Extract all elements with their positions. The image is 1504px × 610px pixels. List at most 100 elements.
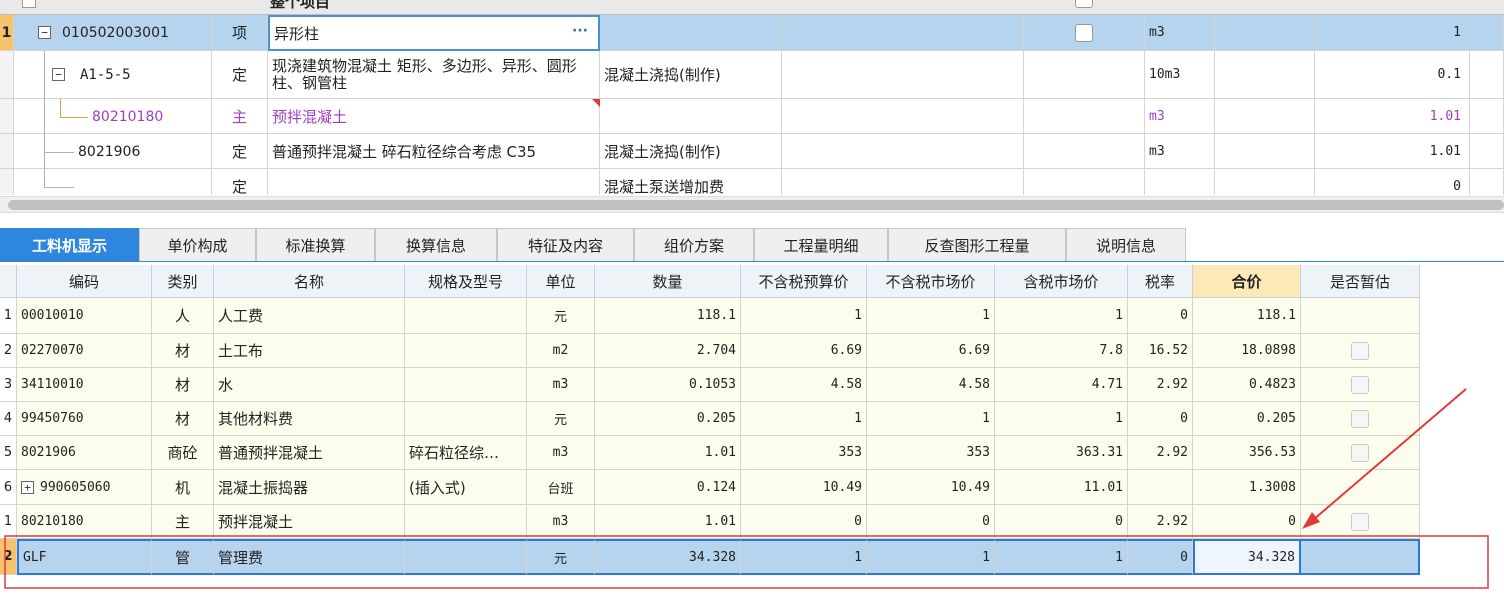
column-header-8[interactable]: 含税市场价 bbox=[995, 265, 1128, 298]
tab-7[interactable]: 反查图形工程量 bbox=[888, 228, 1066, 261]
cell-spec bbox=[405, 505, 527, 539]
cell-unit: 台班 bbox=[527, 470, 595, 505]
top-type-cell: 定 bbox=[212, 169, 268, 195]
top-name-text: 现浇建筑物混凝土 矩形、多边形、异形、圆形柱、钢管柱 bbox=[272, 56, 577, 92]
top-code-text: A1-5-5 bbox=[80, 67, 131, 83]
cell-code: 02270070 bbox=[17, 334, 152, 368]
estimate-checkbox[interactable] bbox=[1351, 512, 1369, 531]
cell-chk[interactable] bbox=[1301, 402, 1420, 436]
top-name-text: 异形柱 bbox=[274, 24, 320, 43]
collapse-icon[interactable]: − bbox=[52, 68, 65, 81]
top-header-row bbox=[0, 0, 1504, 15]
cell-chk[interactable] bbox=[1301, 298, 1420, 334]
row-number: 2 bbox=[0, 334, 17, 368]
cell-name: 普通预拌混凝土 bbox=[214, 436, 405, 470]
top-code-text: 010502003001 bbox=[62, 25, 169, 41]
column-header-2[interactable]: 名称 bbox=[214, 265, 405, 298]
cell-p1: 6.69 bbox=[741, 334, 867, 368]
cell-total: 18.0898 bbox=[1193, 334, 1301, 368]
top-grid: 整个项目 1−010502003001 项异形柱 ··· m3 1− A1-5-5 定现浇建… bbox=[0, 0, 1504, 195]
tab-8[interactable]: 说明信息 bbox=[1066, 228, 1186, 261]
top-row-number bbox=[0, 169, 14, 195]
cell-cat: 材 bbox=[152, 402, 214, 436]
tab-5[interactable]: 组价方案 bbox=[634, 228, 754, 261]
column-header-3[interactable]: 规格及型号 bbox=[405, 265, 527, 298]
row-number: 5 bbox=[0, 436, 17, 470]
estimate-checkbox[interactable] bbox=[1351, 341, 1369, 360]
code-text: 990605060 bbox=[40, 479, 111, 495]
tree-line bbox=[44, 51, 45, 99]
row-number: 1 bbox=[0, 298, 17, 334]
top-code-text: 80210180 bbox=[92, 108, 164, 125]
cell-chk[interactable] bbox=[1301, 334, 1420, 368]
cell-p2: 6.69 bbox=[867, 334, 995, 368]
cell-p3: 363.31 bbox=[995, 436, 1128, 470]
row-number: 4 bbox=[0, 402, 17, 436]
row-number: 2 bbox=[0, 539, 17, 575]
scrollbar-thumb[interactable] bbox=[8, 200, 1504, 210]
cell-total: 0.4823 bbox=[1193, 368, 1301, 402]
top-blank-cell bbox=[1215, 169, 1315, 195]
top-row-number bbox=[0, 51, 14, 99]
tab-0[interactable]: 工料机显示 bbox=[0, 228, 139, 261]
top-header-checkbox-2[interactable] bbox=[1075, 0, 1093, 8]
collapse-icon[interactable]: − bbox=[38, 26, 51, 39]
cell-chk[interactable] bbox=[1301, 436, 1420, 470]
cell-code: +990605060 bbox=[17, 470, 152, 505]
column-header-11[interactable]: 是否暂估 bbox=[1301, 265, 1420, 298]
cell-chk[interactable] bbox=[1301, 539, 1420, 575]
column-header-1[interactable]: 类别 bbox=[152, 265, 214, 298]
cell-total: 34.328 bbox=[1193, 539, 1301, 575]
cell-total: 118.1 bbox=[1193, 298, 1301, 334]
top-content-cell: 混凝土泵送增加费 bbox=[600, 169, 782, 195]
tab-2[interactable]: 标准换算 bbox=[256, 228, 375, 261]
column-header-5[interactable]: 数量 bbox=[595, 265, 741, 298]
tree-line bbox=[60, 99, 61, 117]
cell-p3: 7.8 bbox=[995, 334, 1128, 368]
tab-1[interactable]: 单价构成 bbox=[139, 228, 256, 261]
cell-code: 34110010 bbox=[17, 368, 152, 402]
top-blank-cell bbox=[782, 169, 1024, 195]
column-header-0[interactable]: 编码 bbox=[17, 265, 152, 298]
cell-p2: 1 bbox=[867, 402, 995, 436]
top-blank-cell bbox=[1215, 15, 1315, 51]
cell-cat: 商砼 bbox=[152, 436, 214, 470]
cell-chk[interactable] bbox=[1301, 505, 1420, 539]
cell-tax: 2.92 bbox=[1128, 368, 1193, 402]
top-row-checkbox[interactable] bbox=[1075, 24, 1093, 42]
estimate-checkbox[interactable] bbox=[1351, 443, 1369, 462]
tree-line bbox=[44, 169, 45, 187]
cell-spec bbox=[405, 298, 527, 334]
column-header-4[interactable]: 单位 bbox=[527, 265, 595, 298]
estimate-checkbox[interactable] bbox=[1351, 409, 1369, 428]
cell-qty: 118.1 bbox=[595, 298, 741, 334]
column-header-6[interactable]: 不含税预算价 bbox=[741, 265, 867, 298]
column-header-10[interactable]: 合价 bbox=[1193, 265, 1301, 298]
top-unit-cell: m3 bbox=[1145, 15, 1215, 51]
top-type-cell: 主 bbox=[212, 99, 268, 134]
row-number-header bbox=[0, 265, 17, 298]
estimate-checkbox[interactable] bbox=[1351, 375, 1369, 394]
ellipsis-button[interactable]: ··· bbox=[572, 23, 588, 39]
cell-qty: 0.205 bbox=[595, 402, 741, 436]
top-unit-cell: m3 bbox=[1145, 134, 1215, 169]
cell-chk[interactable] bbox=[1301, 368, 1420, 402]
row-number: 6 bbox=[0, 470, 17, 505]
cell-name: 土工布 bbox=[214, 334, 405, 368]
top-qty-cell: 1.01 bbox=[1315, 99, 1470, 134]
cell-chk[interactable] bbox=[1301, 470, 1420, 505]
top-code-text: 8021906 bbox=[78, 143, 141, 160]
tab-6[interactable]: 工程量明细 bbox=[754, 228, 888, 261]
cell-qty: 0.1053 bbox=[595, 368, 741, 402]
column-header-7[interactable]: 不含税市场价 bbox=[867, 265, 995, 298]
top-content-cell bbox=[600, 99, 782, 134]
scrollbar-track[interactable] bbox=[0, 196, 1504, 213]
column-header-9[interactable]: 税率 bbox=[1128, 265, 1193, 298]
top-header-checkbox[interactable] bbox=[22, 0, 36, 8]
tab-3[interactable]: 换算信息 bbox=[375, 228, 497, 261]
cell-unit: 元 bbox=[527, 539, 595, 575]
tab-4[interactable]: 特征及内容 bbox=[497, 228, 634, 261]
expand-icon[interactable]: + bbox=[21, 480, 34, 494]
top-name-input[interactable]: 异形柱 bbox=[268, 15, 600, 51]
top-unit-cell bbox=[1145, 169, 1215, 195]
